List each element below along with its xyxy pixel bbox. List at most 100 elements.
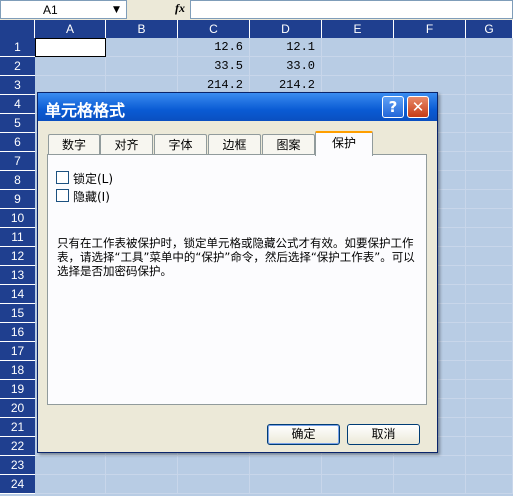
tab-border[interactable]: 边框 [208, 134, 261, 155]
row-header-22[interactable]: 22 [0, 437, 35, 456]
cell-g2[interactable] [466, 57, 513, 76]
format-cells-dialog: 单元格格式 ? ✕ 数字 对齐 字体 边框 图案 保护 锁定(L) 隐藏(I) … [37, 92, 438, 453]
hidden-checkbox[interactable] [56, 189, 69, 202]
row-header-13[interactable]: 13 [0, 266, 35, 285]
cell-f1[interactable] [394, 38, 466, 57]
cell-f23[interactable] [394, 456, 466, 475]
tab-number[interactable]: 数字 [48, 134, 100, 155]
fx-icon[interactable]: fx [175, 1, 185, 16]
row-header-16[interactable]: 16 [0, 323, 35, 342]
cell-a23[interactable] [35, 456, 106, 475]
column-header-f[interactable]: F [394, 20, 466, 38]
row-header-12[interactable]: 12 [0, 247, 35, 266]
cell-g3[interactable] [466, 76, 513, 95]
tab-font[interactable]: 字体 [154, 134, 207, 155]
cell-g22[interactable] [466, 437, 513, 456]
cell-c23[interactable] [178, 456, 250, 475]
cell-b1[interactable] [106, 38, 178, 57]
cell-e24[interactable] [322, 475, 394, 494]
cell-g20[interactable] [466, 399, 513, 418]
cell-g19[interactable] [466, 380, 513, 399]
row-header-11[interactable]: 11 [0, 228, 35, 247]
cell-e23[interactable] [322, 456, 394, 475]
row-header-6[interactable]: 6 [0, 133, 35, 152]
cell-g24[interactable] [466, 475, 513, 494]
column-header-b[interactable]: B [106, 20, 178, 38]
cell-b23[interactable] [106, 456, 178, 475]
formula-input[interactable] [190, 0, 513, 19]
cell-c24[interactable] [178, 475, 250, 494]
row-header-8[interactable]: 8 [0, 171, 35, 190]
row-header-20[interactable]: 20 [0, 399, 35, 418]
cell-g9[interactable] [466, 190, 513, 209]
cell-g8[interactable] [466, 171, 513, 190]
tab-protection[interactable]: 保护 [315, 131, 373, 156]
cell-g10[interactable] [466, 209, 513, 228]
cell-g17[interactable] [466, 342, 513, 361]
cell-b2[interactable] [106, 57, 178, 76]
column-header-a[interactable]: A [35, 20, 106, 38]
help-button[interactable]: ? [382, 96, 404, 118]
select-all-corner[interactable] [0, 20, 35, 38]
row-header-23[interactable]: 23 [0, 456, 35, 475]
row-header-24[interactable]: 24 [0, 475, 35, 494]
cell-g11[interactable] [466, 228, 513, 247]
cell-g13[interactable] [466, 266, 513, 285]
cell-g18[interactable] [466, 361, 513, 380]
dropdown-arrow-icon[interactable]: ▼ [113, 5, 120, 15]
cell-g15[interactable] [466, 304, 513, 323]
row-header-21[interactable]: 21 [0, 418, 35, 437]
locked-label[interactable]: 锁定(L) [73, 170, 113, 187]
row-header-15[interactable]: 15 [0, 304, 35, 323]
row-header-5[interactable]: 5 [0, 114, 35, 133]
cell-g23[interactable] [466, 456, 513, 475]
column-header-d[interactable]: D [250, 20, 322, 38]
cell-g4[interactable] [466, 95, 513, 114]
cell-a1[interactable] [35, 38, 106, 57]
cell-c1[interactable]: 12.6 [178, 38, 250, 57]
cell-g12[interactable] [466, 247, 513, 266]
column-header-g[interactable]: G [466, 20, 513, 38]
row-header-18[interactable]: 18 [0, 361, 35, 380]
cell-f2[interactable] [394, 57, 466, 76]
cell-d24[interactable] [250, 475, 322, 494]
row-header-10[interactable]: 10 [0, 209, 35, 228]
cell-d1[interactable]: 12.1 [250, 38, 322, 57]
row-header-3[interactable]: 3 [0, 76, 35, 95]
ok-button[interactable]: 确定 [267, 424, 340, 445]
row-header-19[interactable]: 19 [0, 380, 35, 399]
row-header-2[interactable]: 2 [0, 57, 35, 76]
cell-d2[interactable]: 33.0 [250, 57, 322, 76]
cell-g6[interactable] [466, 133, 513, 152]
cell-g1[interactable] [466, 38, 513, 57]
dialog-titlebar[interactable]: 单元格格式 ? ✕ [38, 93, 437, 121]
hidden-label[interactable]: 隐藏(I) [73, 188, 110, 205]
tab-patterns[interactable]: 图案 [262, 134, 315, 155]
row-header-7[interactable]: 7 [0, 152, 35, 171]
close-button[interactable]: ✕ [407, 96, 429, 118]
name-box[interactable]: A1 ▼ [0, 0, 127, 19]
row-header-17[interactable]: 17 [0, 342, 35, 361]
cell-a2[interactable] [35, 57, 106, 76]
cell-e2[interactable] [322, 57, 394, 76]
cell-g16[interactable] [466, 323, 513, 342]
row-header-1[interactable]: 1 [0, 38, 35, 57]
cell-g21[interactable] [466, 418, 513, 437]
cell-g7[interactable] [466, 152, 513, 171]
column-header-c[interactable]: C [178, 20, 250, 38]
tab-alignment[interactable]: 对齐 [100, 134, 153, 155]
cell-e1[interactable] [322, 38, 394, 57]
column-header-e[interactable]: E [322, 20, 394, 38]
cancel-button[interactable]: 取消 [347, 424, 420, 445]
cell-g14[interactable] [466, 285, 513, 304]
row-header-14[interactable]: 14 [0, 285, 35, 304]
cell-a24[interactable] [35, 475, 106, 494]
cell-d23[interactable] [250, 456, 322, 475]
cell-b24[interactable] [106, 475, 178, 494]
cell-f24[interactable] [394, 475, 466, 494]
row-header-4[interactable]: 4 [0, 95, 35, 114]
cell-g5[interactable] [466, 114, 513, 133]
locked-checkbox[interactable] [56, 171, 69, 184]
cell-c2[interactable]: 33.5 [178, 57, 250, 76]
row-header-9[interactable]: 9 [0, 190, 35, 209]
